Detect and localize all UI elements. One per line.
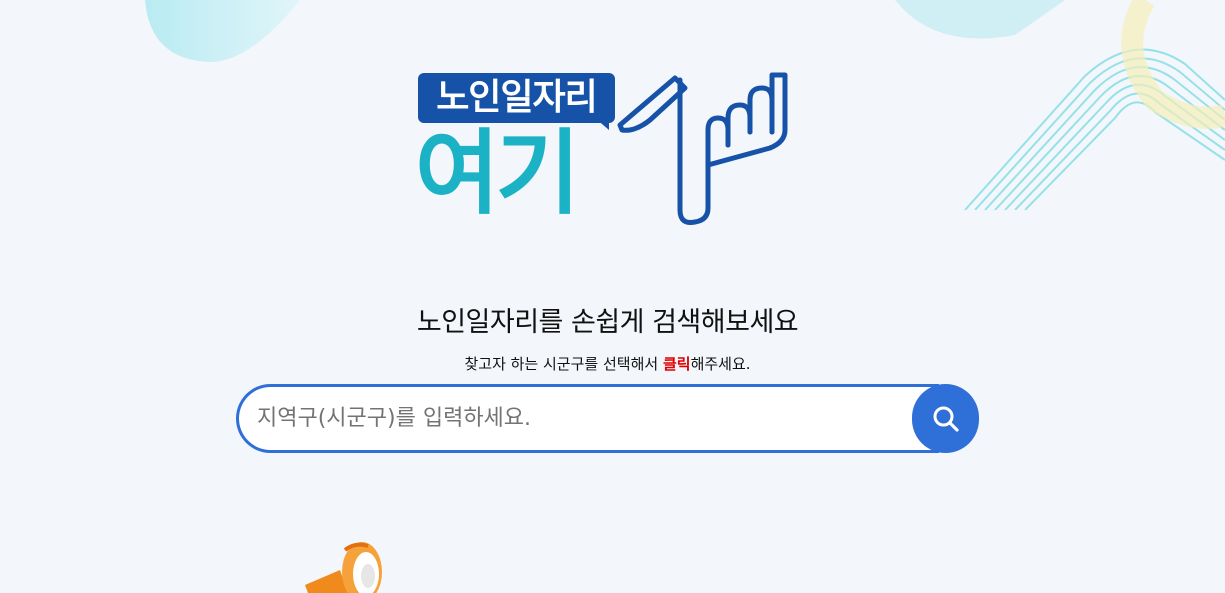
megaphone-icon <box>305 542 382 593</box>
search-button[interactable] <box>912 384 979 453</box>
search-icon <box>933 406 959 432</box>
instruction-highlight: 클릭 <box>662 355 691 373</box>
instruction-text: 찾고자 하는 시군구를 선택해서 클릭해주세요. <box>0 353 1215 374</box>
instruction-text-after: 해주세요. <box>690 355 751 373</box>
pointing-hand-icon <box>617 72 788 225</box>
logo-badge-tail <box>595 118 609 130</box>
logo-badge: 노인일자리 <box>418 73 615 123</box>
search-box <box>236 384 939 453</box>
page-headline: 노인일자리를 손쉽게 검색해보세요 <box>416 307 799 338</box>
decorative-lines-right <box>895 0 1225 210</box>
search-bar <box>236 384 979 453</box>
decorative-wave-left <box>145 0 300 62</box>
region-search-input[interactable] <box>257 387 897 450</box>
logo-main-text: 여기 <box>415 120 580 227</box>
instruction-text-before: 찾고자 하는 시군구를 선택해서 <box>464 355 663 373</box>
site-logo[interactable]: 노인일자리 여기 <box>415 70 805 230</box>
